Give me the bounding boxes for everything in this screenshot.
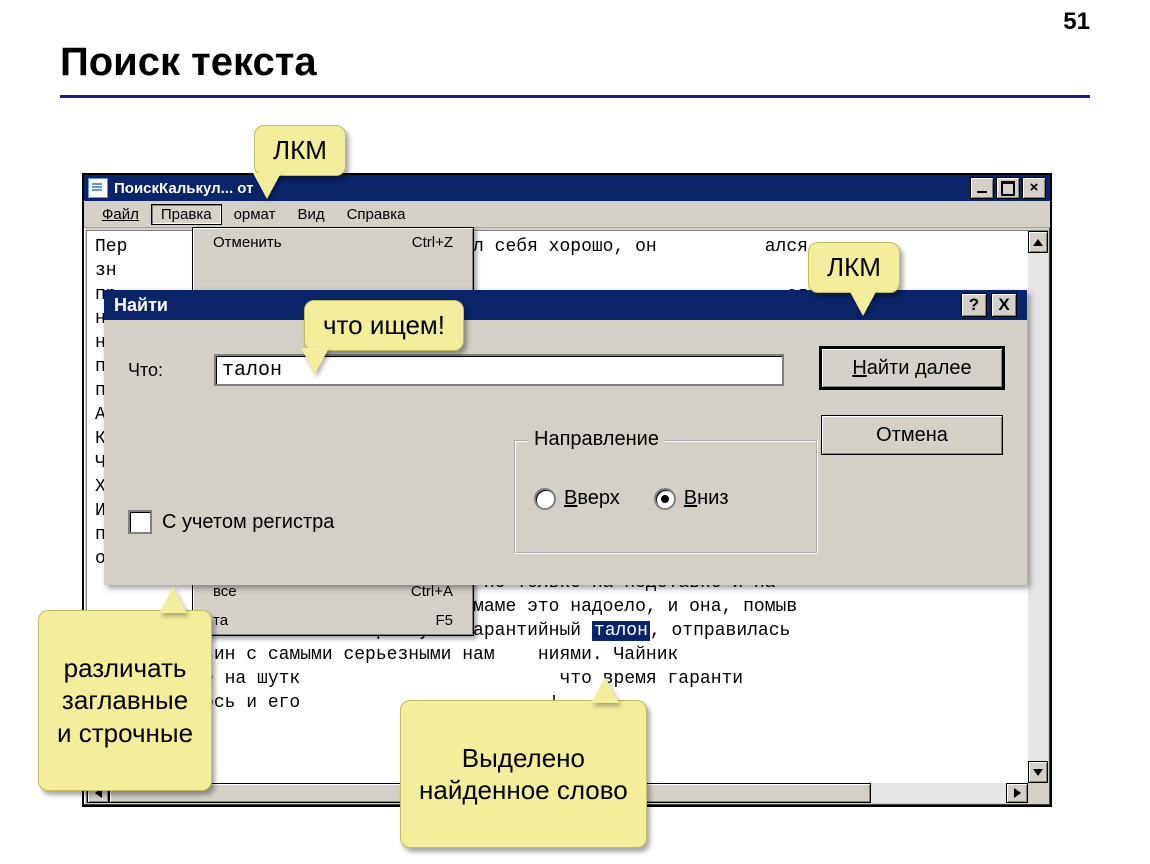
menu-item-label: все [213,583,237,600]
find-dialog-titlebar: Найти ? X [104,290,1027,320]
menubar: Файл Правка ормат Вид Справка [84,201,1050,228]
resize-gripper[interactable] [1028,783,1048,803]
radio-down[interactable]: Вниз [654,487,729,510]
callout-what-search: что ищем! [304,300,464,351]
arrow-down-icon [1033,769,1043,776]
scroll-down-button[interactable] [1028,761,1048,783]
menu-format[interactable]: ормат [224,204,286,225]
menu-file[interactable]: Файл [92,204,149,225]
match-case-label: С учетом регистра [162,511,334,534]
help-button[interactable]: ? [961,293,987,317]
callout-lkm-findnext: ЛКМ [808,242,900,293]
maximize-button[interactable] [996,177,1020,199]
menu-item-label: Отменить [213,234,282,251]
match-case-checkbox[interactable] [128,510,152,534]
highlighted-match: талон [592,621,650,641]
find-what-input[interactable] [214,354,784,386]
title-underline [60,95,1090,98]
vertical-scrollbar[interactable] [1028,230,1048,783]
close-button[interactable]: × [1022,177,1046,199]
what-label: Что: [128,360,163,381]
callout-lkm-menu: ЛКМ [254,125,346,176]
page-number: 51 [1063,8,1090,36]
menu-item-datetime[interactable]: та F5 [193,606,473,635]
callout-found-note: Выделено найденное слово [400,700,647,848]
menu-help[interactable]: Справка [337,204,416,225]
radio-up[interactable]: Вверх [534,487,620,510]
menu-item-shortcut: Ctrl+Z [412,234,453,251]
menu-item-label: та [213,612,228,629]
minimize-button[interactable] [970,177,994,199]
menu-view[interactable]: Вид [287,204,334,225]
menu-item-shortcut: F5 [435,612,453,629]
radio-down-button[interactable] [654,488,676,510]
find-dialog: Найти ? X Что: Найти далее Отмена С учет… [104,290,1027,585]
direction-groupbox: Направление Вверх Вниз [514,440,818,554]
scroll-right-button[interactable] [1006,783,1028,803]
dialog-close-button[interactable]: X [991,293,1017,317]
callout-case-note: различать заглавные и строчные [38,610,212,791]
window-title: ПоискКалькул... от [114,180,970,197]
direction-legend: Направление [528,428,665,451]
scroll-up-button[interactable] [1028,231,1048,253]
arrow-up-icon [1033,239,1043,246]
menu-edit[interactable]: Правка [151,204,222,225]
slide-title: Поиск текста [60,40,317,85]
document-icon [88,178,108,198]
arrow-right-icon [1014,788,1021,798]
cancel-button[interactable]: Отмена [821,415,1003,455]
menu-item-undo[interactable]: Отменить Ctrl+Z [193,228,473,257]
find-dialog-title: Найти [114,295,168,316]
find-next-button[interactable]: Найти далее [821,348,1003,388]
radio-up-button[interactable] [534,488,556,510]
menu-item-shortcut: Ctrl+A [411,583,453,600]
titlebar: ПоискКалькул... от × [84,175,1050,201]
